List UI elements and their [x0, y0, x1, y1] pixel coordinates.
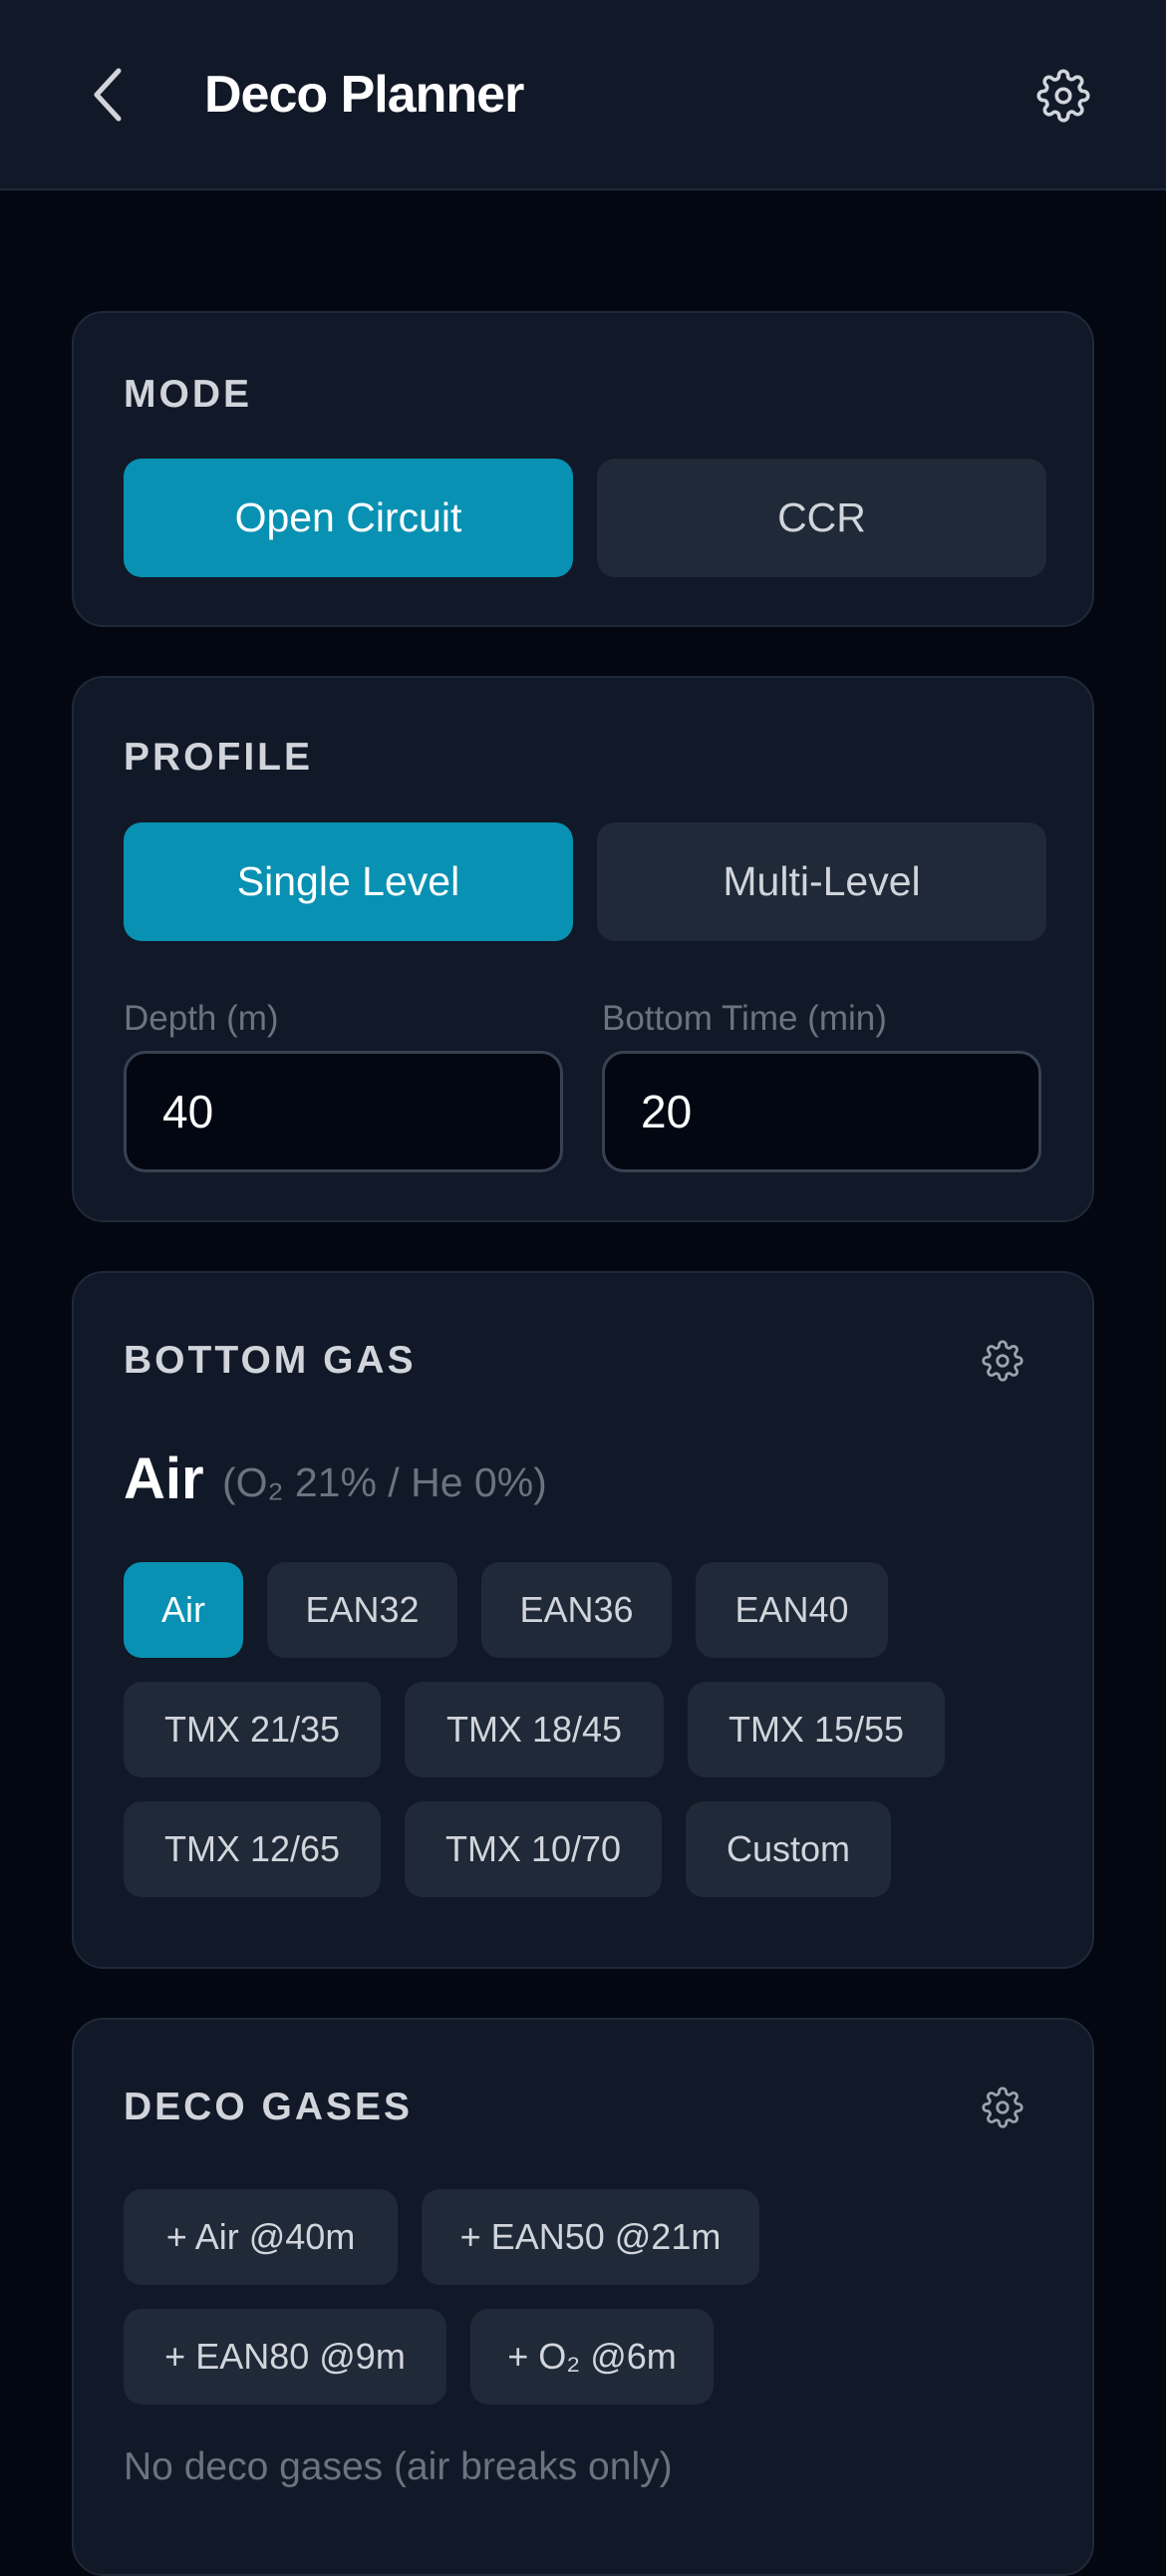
- gas-chip-ean40[interactable]: EAN40: [696, 1562, 888, 1658]
- bottom-time-label: Bottom Time (min): [602, 999, 887, 1038]
- profile-single-level-button[interactable]: Single Level: [124, 822, 573, 941]
- bottom-gas-card: BOTTOM GAS Air (O₂ 21% / He 0%) Air EAN3…: [72, 1271, 1094, 1969]
- deco-gases-card: DECO GASES + Air @40m + EAN50 @21m + EAN…: [72, 2018, 1094, 2576]
- gas-chip-air[interactable]: Air: [124, 1562, 243, 1658]
- depth-input[interactable]: [124, 1051, 563, 1172]
- settings-button[interactable]: [1031, 64, 1095, 128]
- app-header: Deco Planner: [0, 0, 1166, 190]
- gear-icon: [1036, 69, 1090, 123]
- bottom-gas-section-title: BOTTOM GAS: [124, 1339, 417, 1382]
- mode-open-circuit-button[interactable]: Open Circuit: [124, 459, 573, 577]
- gas-chip-ean32[interactable]: EAN32: [267, 1562, 457, 1658]
- current-gas-detail: (O₂ 21% / He 0%): [222, 1459, 547, 1505]
- deco-gas-add-ean80[interactable]: + EAN80 @9m: [124, 2309, 446, 2405]
- gas-chip-tmx-18-45[interactable]: TMX 18/45: [405, 1682, 664, 1777]
- gas-chip-tmx-10-70[interactable]: TMX 10/70: [405, 1801, 662, 1897]
- deco-gases-note: No deco gases (air breaks only): [124, 2445, 673, 2488]
- gas-chip-custom[interactable]: Custom: [686, 1801, 891, 1897]
- profile-multi-level-button[interactable]: Multi-Level: [597, 822, 1046, 941]
- gas-chip-tmx-12-65[interactable]: TMX 12/65: [124, 1801, 381, 1897]
- bottom-time-input[interactable]: [602, 1051, 1041, 1172]
- mode-ccr-button[interactable]: CCR: [597, 459, 1046, 577]
- deco-gas-add-air[interactable]: + Air @40m: [124, 2189, 398, 2285]
- profile-card: PROFILE Single Level Multi-Level Depth (…: [72, 676, 1094, 1222]
- gear-icon: [982, 1340, 1023, 1382]
- gear-icon: [982, 2087, 1023, 2128]
- bottom-gas-settings-button[interactable]: [975, 1333, 1030, 1389]
- deco-gas-add-o2[interactable]: + O₂ @6m: [470, 2309, 714, 2405]
- back-button[interactable]: [78, 60, 138, 130]
- gas-chip-tmx-15-55[interactable]: TMX 15/55: [688, 1682, 945, 1777]
- deco-gases-section-title: DECO GASES: [124, 2086, 414, 2128]
- profile-section-title: PROFILE: [124, 736, 314, 779]
- chevron-left-icon: [94, 68, 122, 122]
- deco-gas-add-ean50[interactable]: + EAN50 @21m: [422, 2189, 759, 2285]
- page-title: Deco Planner: [204, 66, 524, 124]
- mode-card: MODE Open Circuit CCR: [72, 311, 1094, 627]
- gas-chip-ean36[interactable]: EAN36: [481, 1562, 672, 1658]
- current-gas-name: Air: [124, 1447, 204, 1511]
- gas-chip-tmx-21-35[interactable]: TMX 21/35: [124, 1682, 381, 1777]
- depth-label: Depth (m): [124, 999, 279, 1038]
- deco-gases-settings-button[interactable]: [975, 2080, 1030, 2135]
- mode-section-title: MODE: [124, 373, 252, 416]
